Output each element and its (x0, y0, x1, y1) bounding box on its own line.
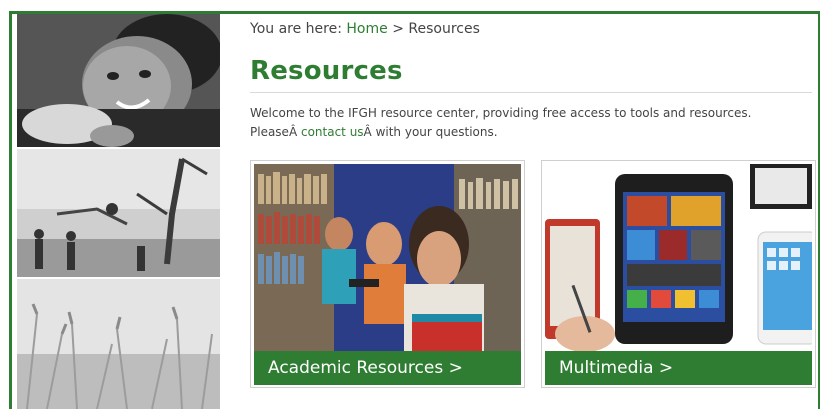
breadcrumb-separator: > (392, 21, 404, 37)
contact-us-link[interactable]: contact us (301, 125, 364, 139)
left-photo-strip (17, 14, 220, 409)
multimedia-card[interactable]: Multimedia > (541, 160, 816, 388)
breadcrumb: You are here: Home > Resources (250, 18, 815, 40)
intro-line-2-prefix: PleaseÂ (250, 125, 301, 139)
title-divider (250, 92, 812, 93)
swing-photo (17, 149, 220, 277)
breadcrumb-current: Resources (408, 21, 480, 37)
multimedia-link[interactable]: Multimedia > (545, 351, 812, 385)
child-photo (17, 14, 220, 147)
intro-line-2-suffix: Â with your questions. (363, 125, 498, 139)
academic-resources-card[interactable]: Academic Resources > (250, 160, 525, 388)
multimedia-image-art (545, 164, 812, 351)
breadcrumb-prefix: You are here: (250, 21, 342, 37)
academic-resources-label: Academic Resources > (268, 358, 463, 378)
academic-resources-image-art (254, 164, 521, 351)
intro-text: Welcome to the IFGH resource center, pro… (250, 104, 815, 142)
page-title: Resources (250, 56, 403, 86)
grass-photo (17, 279, 220, 409)
main-content: You are here: Home > Resources Resources… (250, 18, 816, 388)
intro-line-2: PleaseÂ contact usÂ with your questions. (250, 123, 815, 142)
breadcrumb-home-link[interactable]: Home (346, 21, 387, 37)
academic-resources-image (254, 164, 521, 351)
academic-resources-link[interactable]: Academic Resources > (254, 351, 521, 385)
left-photo-strip-art (17, 14, 220, 409)
intro-line-1: Welcome to the IFGH resource center, pro… (250, 106, 752, 120)
multimedia-label: Multimedia > (559, 358, 674, 378)
multimedia-image (545, 164, 812, 351)
